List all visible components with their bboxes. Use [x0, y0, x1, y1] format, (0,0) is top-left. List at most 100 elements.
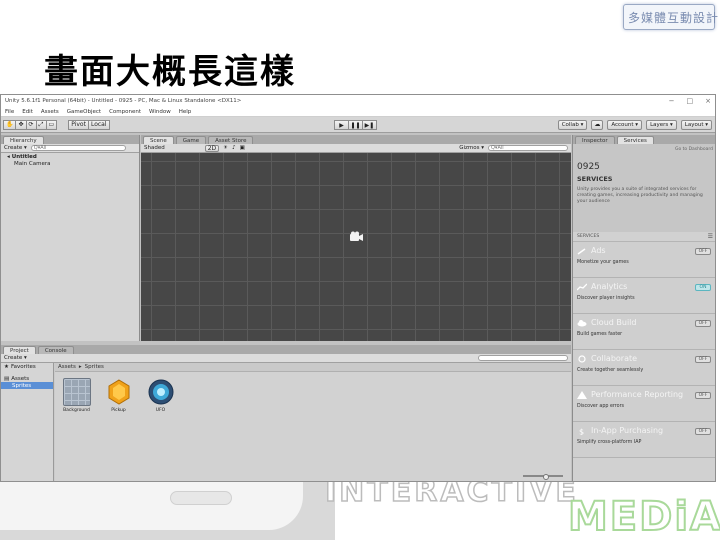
- unity-scene-icon: ◂: [7, 153, 10, 160]
- menu-bar: File Edit Assets GameObject Component Wi…: [1, 107, 715, 117]
- service-toggle[interactable]: OFF: [695, 392, 711, 399]
- effects-icon[interactable]: ▣: [240, 145, 245, 151]
- thumbnail-size-knob[interactable]: [543, 474, 549, 480]
- slide-title: 畫面大概長這樣: [44, 52, 296, 92]
- sprites-folder-label: Sprites: [12, 382, 32, 389]
- service-toggle[interactable]: OFF: [695, 320, 711, 327]
- account-dropdown[interactable]: Account ▾: [607, 119, 643, 130]
- local-button[interactable]: Local: [87, 119, 110, 130]
- menu-component[interactable]: Component: [109, 109, 141, 115]
- scene-panel: Scene Game Asset Store Shaded 2D ☀ ♪ ▣ G…: [141, 135, 571, 341]
- tab-scene[interactable]: Scene: [143, 136, 174, 144]
- menu-gameobject[interactable]: GameObject: [67, 109, 101, 115]
- hamburger-menu-icon[interactable]: ☰: [708, 233, 713, 240]
- tab-asset-store[interactable]: Asset Store: [208, 136, 254, 144]
- rect-tool-icon[interactable]: ▭: [45, 119, 58, 130]
- service-toggle[interactable]: OFF: [695, 428, 711, 435]
- asset-tile-ufo[interactable]: UFO: [144, 378, 177, 413]
- menu-edit[interactable]: Edit: [22, 109, 33, 115]
- service-item-in-app-purchasing[interactable]: $ In-App Purchasing Simplify cross-platf…: [573, 422, 715, 458]
- asset-tile-label: UFO: [155, 408, 166, 413]
- asset-tiles: Background Pickup UFO: [55, 372, 571, 419]
- service-item-ads[interactable]: Ads Monetize your games OFF: [573, 242, 715, 278]
- go-to-dashboard-link[interactable]: Go to Dashboard: [675, 147, 713, 152]
- menu-file[interactable]: File: [5, 109, 14, 115]
- menu-assets[interactable]: Assets: [41, 109, 59, 115]
- tab-console[interactable]: Console: [37, 346, 74, 354]
- gizmos-dropdown[interactable]: Gizmos ▾: [459, 145, 484, 151]
- service-item-performance-reporting[interactable]: Performance Reporting Discover app error…: [573, 386, 715, 422]
- shading-dropdown[interactable]: Shaded: [144, 145, 165, 151]
- scene-grid[interactable]: [141, 153, 571, 341]
- hand-tool-icon[interactable]: ✋: [3, 119, 17, 130]
- pause-icon[interactable]: ❚❚: [348, 120, 363, 130]
- breadcrumb-assets[interactable]: Assets: [58, 364, 76, 370]
- asset-tile-pickup[interactable]: Pickup: [102, 378, 135, 413]
- maximize-button[interactable]: □: [687, 97, 694, 105]
- mode-2d-button[interactable]: 2D: [204, 144, 220, 152]
- project-tabbar: Project Console: [1, 345, 571, 354]
- service-name: Cloud Build: [577, 318, 713, 327]
- camera-gizmo-icon[interactable]: [348, 231, 364, 243]
- service-item-analytics[interactable]: Analytics Discover player insights ON: [573, 278, 715, 314]
- service-toggle[interactable]: OFF: [695, 356, 711, 363]
- assets-folder-item[interactable]: ▤ Assets: [1, 375, 53, 382]
- service-toggle[interactable]: ON: [695, 284, 711, 291]
- menu-window[interactable]: Window: [149, 109, 171, 115]
- tab-game[interactable]: Game: [175, 136, 207, 144]
- hierarchy-panel: Hierarchy Create ▾ Q▾All ◂ Untitled Main…: [1, 135, 140, 341]
- asset-tile-background[interactable]: Background: [60, 378, 93, 413]
- hierarchy-create-button[interactable]: Create ▾: [4, 145, 27, 151]
- performance-icon: [577, 390, 587, 399]
- step-icon[interactable]: ▶❚: [362, 120, 377, 130]
- service-name-label: In-App Purchasing: [591, 426, 664, 435]
- tab-project[interactable]: Project: [3, 346, 36, 354]
- service-item-cloud-build[interactable]: Cloud Build Build games faster OFF: [573, 314, 715, 350]
- audio-icon[interactable]: ♪: [232, 145, 236, 151]
- project-create-button[interactable]: Create ▾: [4, 355, 27, 361]
- service-subtitle: Monetize your games: [577, 260, 629, 265]
- scene-root-item[interactable]: ◂ Untitled: [1, 153, 139, 160]
- tab-services[interactable]: Services: [616, 136, 654, 144]
- breadcrumb-sprites[interactable]: Sprites: [85, 364, 104, 370]
- tab-hierarchy[interactable]: Hierarchy: [3, 136, 44, 144]
- hierarchy-search-input[interactable]: Q▾All: [30, 145, 126, 151]
- service-toggle[interactable]: OFF: [695, 248, 711, 255]
- layers-dropdown[interactable]: Layers ▾: [646, 119, 677, 130]
- service-name: Ads: [577, 246, 713, 255]
- cloud-build-icon: [577, 319, 587, 326]
- breadcrumb-separator: ▸: [78, 364, 82, 370]
- project-panel: Project Console Create ▾ ★ Favorites ▤ A…: [1, 345, 571, 481]
- favorites-label: Favorites: [10, 363, 36, 370]
- service-name: $ In-App Purchasing: [577, 426, 713, 435]
- star-icon: ★: [4, 363, 9, 370]
- service-name-label: Performance Reporting: [591, 390, 684, 399]
- services-section-label: SERVICES ☰: [573, 232, 715, 242]
- pivot-button[interactable]: Pivot: [68, 119, 89, 130]
- tab-inspector[interactable]: Inspector: [575, 136, 615, 144]
- menu-help[interactable]: Help: [179, 109, 192, 115]
- services-description: Unity provides you a suite of integrated…: [577, 187, 703, 205]
- service-subtitle: Discover app errors: [577, 404, 625, 409]
- brand-badge: 多媒體互動設計: [623, 4, 718, 30]
- layout-dropdown[interactable]: Layout ▾: [680, 119, 712, 130]
- project-folder-tree: ★ Favorites ▤ Assets Sprites: [1, 363, 54, 481]
- asset-tile-label: Background: [63, 408, 90, 413]
- minimize-button[interactable]: −: [669, 97, 675, 105]
- asset-tile-label: Pickup: [111, 408, 126, 413]
- project-search-input[interactable]: [478, 355, 568, 361]
- project-subbar: Create ▾: [1, 354, 571, 363]
- cloud-icon[interactable]: ☁: [591, 119, 604, 130]
- hierarchy-item-main-camera[interactable]: Main Camera: [1, 160, 139, 167]
- play-icon[interactable]: ▶: [334, 120, 349, 130]
- collab-dropdown[interactable]: Collab ▾: [557, 119, 588, 130]
- close-button[interactable]: ×: [705, 97, 711, 105]
- service-item-collaborate[interactable]: Collaborate Create together seamlessly O…: [573, 350, 715, 386]
- lighting-icon[interactable]: ☀: [223, 145, 228, 151]
- pivot-toggles: Pivot Local: [68, 119, 110, 130]
- sprites-folder-item[interactable]: Sprites: [1, 382, 53, 389]
- favorites-item[interactable]: ★ Favorites: [1, 363, 53, 370]
- service-name-label: Ads: [591, 246, 606, 255]
- scene-search-input[interactable]: Q▾All: [488, 145, 568, 151]
- media-watermark: MEDiA: [567, 493, 720, 540]
